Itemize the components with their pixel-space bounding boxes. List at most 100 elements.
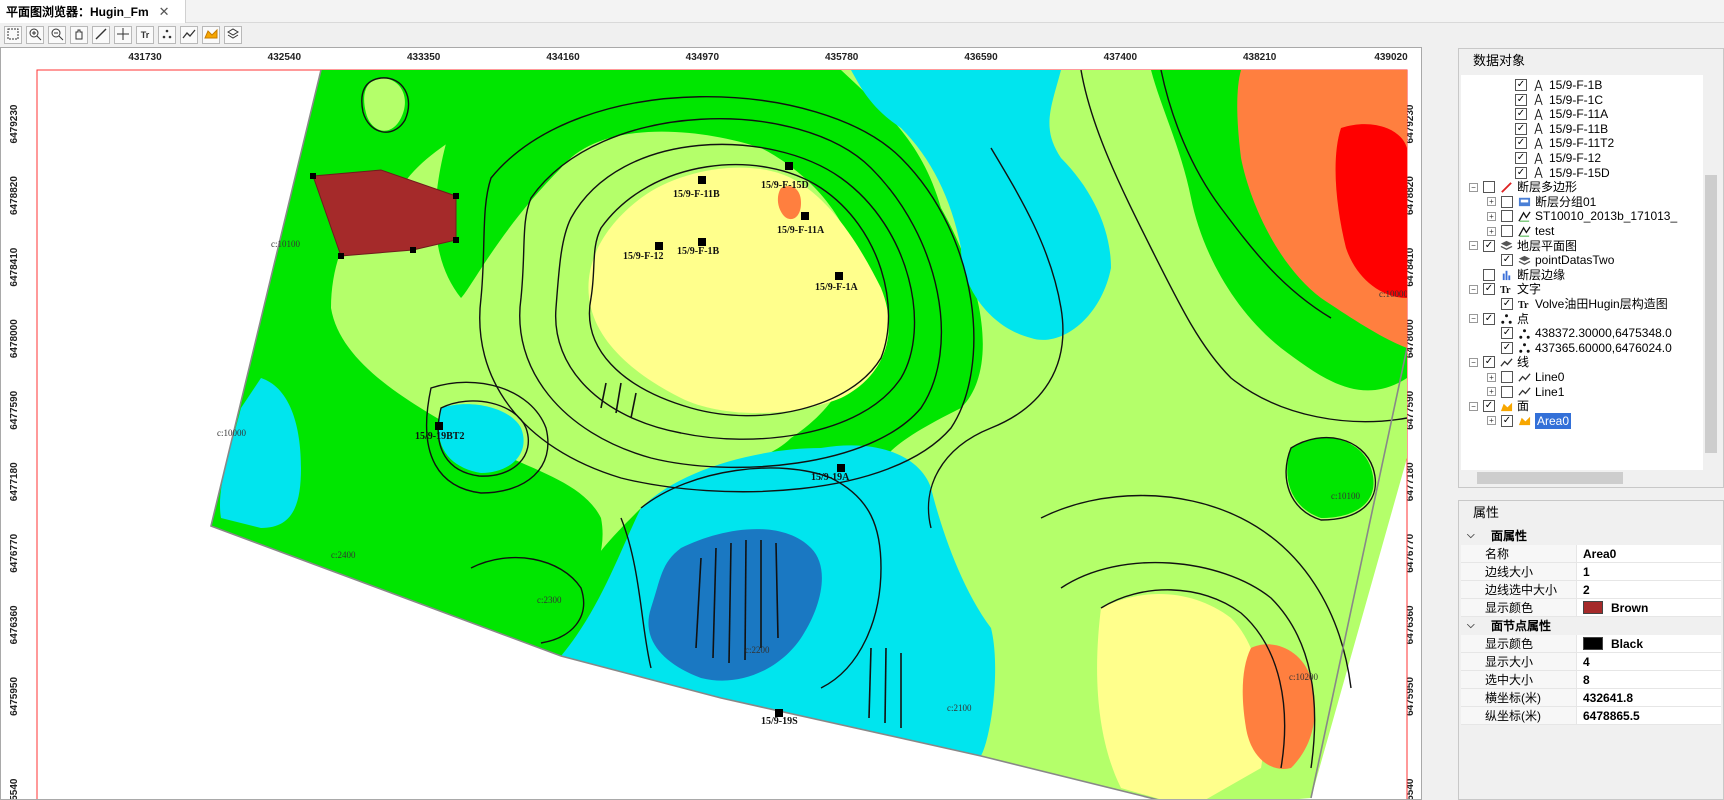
tree-item[interactable]: ✓ 15/9-F-1B <box>1461 77 1602 93</box>
well-marker[interactable] <box>837 464 845 472</box>
expand-icon[interactable]: + <box>1487 372 1496 382</box>
expand-icon[interactable]: + <box>1487 226 1496 236</box>
tree-item[interactable]: ✓ pointDatasTwo <box>1461 252 1614 268</box>
well-marker[interactable] <box>785 162 793 170</box>
collapse-icon[interactable]: − <box>1469 182 1478 192</box>
well-marker[interactable] <box>655 242 663 250</box>
visibility-checkbox[interactable]: ✓ <box>1515 137 1527 150</box>
collapse-icon[interactable]: − <box>1469 357 1478 367</box>
tree-vscroll-thumb[interactable] <box>1705 175 1717 453</box>
well-marker[interactable] <box>835 272 843 280</box>
property-value[interactable]: 8 <box>1577 671 1721 689</box>
tree-item[interactable]: + ST10010_2013b_171013_ <box>1461 208 1677 224</box>
tree-item[interactable]: − ✓ Tr 文字 <box>1461 281 1541 297</box>
tree-item[interactable]: ✓ 15/9-F-11A <box>1461 106 1608 122</box>
property-value[interactable]: 6478865.5 <box>1577 707 1721 725</box>
property-row[interactable]: 纵坐标(米) 6478865.5 <box>1461 707 1721 725</box>
text-tool-button[interactable]: Tr <box>136 26 154 44</box>
collapse-icon[interactable]: − <box>1469 314 1478 324</box>
expand-icon[interactable]: + <box>1487 211 1496 221</box>
tree-vertical-scrollbar[interactable] <box>1703 75 1719 470</box>
visibility-checkbox[interactable]: ✓ <box>1515 152 1527 164</box>
property-group[interactable]: ⌵ 面节点属性 <box>1461 617 1721 635</box>
visibility-checkbox[interactable]: ✓ <box>1483 239 1495 252</box>
tree-horizontal-scrollbar[interactable] <box>1461 470 1703 486</box>
area0-node[interactable] <box>410 247 416 253</box>
property-group[interactable]: ⌵ 面属性 <box>1461 527 1721 545</box>
tree-item[interactable]: ✓ 15/9-F-12 <box>1461 150 1601 166</box>
chevron-down-icon[interactable]: ⌵ <box>1467 527 1479 545</box>
select-tool-button[interactable] <box>4 26 22 44</box>
data-objects-tree[interactable]: ✓ 15/9-F-1B ✓ 15/9-F-1C ✓ 15/9-F-11A ✓ 15/9-F-1… <box>1461 75 1703 470</box>
visibility-checkbox[interactable]: ✓ <box>1515 166 1527 179</box>
tree-item[interactable]: 断层边缘 <box>1461 267 1565 283</box>
visibility-checkbox[interactable] <box>1501 225 1513 237</box>
property-value[interactable]: 1 <box>1577 563 1721 581</box>
draw-line-button[interactable] <box>92 26 110 44</box>
visibility-checkbox[interactable]: ✓ <box>1501 414 1513 427</box>
area0-node[interactable] <box>453 193 459 199</box>
property-row[interactable]: 名称 Area0 <box>1461 545 1721 563</box>
tree-item[interactable]: + test <box>1461 223 1554 239</box>
property-row[interactable]: 边线选中大小 2 <box>1461 581 1721 599</box>
tree-item[interactable]: + ✓ Area0 <box>1461 412 1572 429</box>
zoom-in-button[interactable] <box>26 26 44 44</box>
expand-icon[interactable]: + <box>1487 416 1496 426</box>
tree-item[interactable]: + Line1 <box>1461 384 1564 400</box>
property-value[interactable]: Brown <box>1577 599 1721 617</box>
tab-hugin-fm[interactable]: 平面图浏览器：Hugin_Fm ✕ <box>0 0 186 23</box>
well-marker[interactable] <box>435 422 443 430</box>
tree-item[interactable]: − 断层多边形 <box>1461 179 1577 195</box>
expand-icon[interactable]: + <box>1487 387 1496 397</box>
tree-item[interactable]: − ✓ 面 <box>1461 398 1529 414</box>
expand-icon[interactable]: + <box>1487 197 1496 207</box>
property-row[interactable]: 边线大小 1 <box>1461 563 1721 581</box>
point-tool-button[interactable] <box>158 26 176 44</box>
layers-tool-button[interactable] <box>224 26 242 44</box>
visibility-checkbox[interactable] <box>1501 385 1513 398</box>
visibility-checkbox[interactable]: ✓ <box>1483 356 1495 369</box>
tree-item[interactable]: ✓ 15/9-F-11B <box>1461 121 1608 137</box>
well-marker[interactable] <box>801 212 809 220</box>
visibility-checkbox[interactable]: ✓ <box>1483 312 1495 325</box>
visibility-checkbox[interactable] <box>1501 195 1513 208</box>
area0-node[interactable] <box>310 173 316 179</box>
tree-item[interactable]: − ✓ 线 <box>1461 354 1529 370</box>
tree-item[interactable]: ✓ 438372.30000,6475348.0 <box>1461 325 1672 341</box>
close-tab-icon[interactable]: ✕ <box>159 4 170 20</box>
visibility-checkbox[interactable]: ✓ <box>1515 122 1527 135</box>
visibility-checkbox[interactable] <box>1501 371 1513 383</box>
well-marker[interactable] <box>698 176 706 184</box>
property-row[interactable]: 显示颜色 Black <box>1461 635 1721 653</box>
tree-item[interactable]: ✓ 15/9-F-11T2 <box>1461 135 1614 151</box>
visibility-checkbox[interactable]: ✓ <box>1515 108 1527 121</box>
property-value[interactable]: 4 <box>1577 653 1721 671</box>
chevron-down-icon[interactable]: ⌵ <box>1467 617 1479 635</box>
area0-node[interactable] <box>453 237 459 243</box>
tree-item[interactable]: ✓ 15/9-F-1C <box>1461 92 1603 108</box>
visibility-checkbox[interactable] <box>1483 268 1495 281</box>
visibility-checkbox[interactable]: ✓ <box>1483 400 1495 413</box>
property-row[interactable]: 选中大小 8 <box>1461 671 1721 689</box>
tree-item[interactable]: + Line0 <box>1461 369 1564 385</box>
area-tool-button[interactable] <box>202 26 220 44</box>
tree-item[interactable]: + 断层分组01 <box>1461 194 1596 210</box>
property-row[interactable]: 显示颜色 Brown <box>1461 599 1721 617</box>
tree-item[interactable]: ✓ 437365.60000,6476024.0 <box>1461 340 1672 356</box>
polyline-tool-button[interactable] <box>180 26 198 44</box>
visibility-checkbox[interactable]: ✓ <box>1501 341 1513 354</box>
property-value[interactable]: Black <box>1577 635 1721 653</box>
property-value[interactable]: Area0 <box>1577 545 1721 563</box>
property-row[interactable]: 显示大小 4 <box>1461 653 1721 671</box>
pan-button[interactable] <box>70 26 88 44</box>
tree-hscroll-thumb[interactable] <box>1477 472 1623 484</box>
visibility-checkbox[interactable]: ✓ <box>1501 298 1513 310</box>
collapse-icon[interactable]: − <box>1469 284 1478 294</box>
visibility-checkbox[interactable]: ✓ <box>1515 93 1527 106</box>
tree-item[interactable]: − ✓ 点 <box>1461 311 1529 327</box>
tree-item[interactable]: ✓ Tr Volve油田Hugin层构造图 <box>1461 296 1668 312</box>
visibility-checkbox[interactable]: ✓ <box>1515 79 1527 91</box>
collapse-icon[interactable]: − <box>1469 241 1478 251</box>
tree-item[interactable]: ✓ 15/9-F-15D <box>1461 165 1610 181</box>
visibility-checkbox[interactable] <box>1483 181 1495 194</box>
